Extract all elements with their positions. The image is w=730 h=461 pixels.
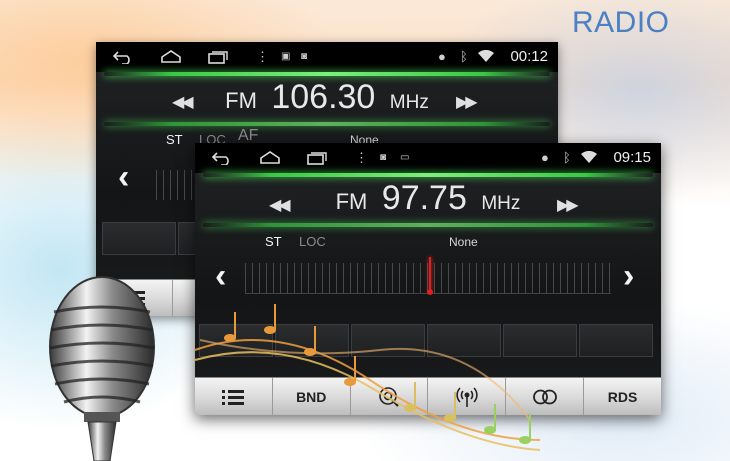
recent-apps-icon[interactable] — [207, 50, 229, 64]
location-icon: ● — [541, 150, 549, 165]
search-scan-icon — [379, 386, 399, 407]
media-notification-icon: ▭ — [400, 152, 410, 163]
menu-dots-icon[interactable]: ⋮ — [355, 151, 368, 165]
local-flag: LOC — [299, 234, 326, 249]
broadcast-icon — [456, 386, 478, 407]
stereo-flag: ST — [265, 234, 282, 249]
green-accent-bar-lower — [203, 223, 653, 227]
rds-button-label: RDS — [607, 388, 638, 405]
tune-left-button[interactable]: ‹ — [215, 259, 226, 293]
frequency-value: 106.30 — [271, 78, 376, 116]
tuner-scale — [156, 170, 196, 200]
microphone-illustration — [49, 276, 155, 461]
stereo-flag: ST — [166, 132, 183, 147]
status-bar: ⋮ ▣ ◙ ● ᛒ 00:12 — [96, 42, 558, 72]
wifi-icon — [581, 151, 597, 163]
frequency-value: 97.75 — [381, 179, 467, 217]
home-icon[interactable] — [259, 150, 281, 164]
green-accent-bar-lower — [104, 122, 550, 126]
tuning-needle[interactable] — [429, 257, 431, 291]
back-nav-icon[interactable] — [211, 151, 233, 165]
home-icon[interactable] — [160, 49, 182, 63]
camera-notification-icon: ◙ — [380, 152, 387, 163]
status-bar: ⋮ ◙ ▭ ● ᛒ 09:15 — [195, 143, 661, 173]
camera-notification-icon: ◙ — [301, 51, 308, 62]
tune-right-button[interactable]: › — [623, 259, 634, 293]
preset-row — [199, 324, 653, 357]
band-label: FM — [225, 88, 257, 113]
tune-left-button[interactable]: ‹ — [118, 160, 129, 194]
menu-dots-icon[interactable]: ⋮ — [256, 50, 269, 64]
recent-apps-icon[interactable] — [306, 151, 328, 165]
preset-slot-1[interactable] — [199, 324, 273, 357]
band-label: FM — [335, 189, 368, 214]
rds-button[interactable]: RDS — [584, 378, 661, 415]
list-icon — [222, 389, 245, 405]
preset-slot-5[interactable] — [503, 324, 577, 357]
bluetooth-icon: ᛒ — [460, 49, 468, 64]
frequency-display: FM 106.30 MHz — [96, 78, 558, 117]
image-notification-icon: ▣ — [281, 51, 291, 62]
stereo-button[interactable] — [506, 378, 585, 415]
broadcast-button[interactable] — [428, 378, 507, 415]
preset-row — [102, 222, 198, 255]
band-button[interactable]: BND — [273, 378, 351, 415]
bottom-toolbar: BND RDS — [195, 377, 661, 415]
bluetooth-icon: ᛒ — [563, 150, 571, 165]
clock: 00:12 — [510, 48, 548, 65]
radio-panel: ◀◀ FM 97.75 MHz ▶▶ ST LOC None ‹ › BND R… — [195, 173, 661, 415]
tuning-needle-knob — [427, 289, 433, 295]
frequency-unit: MHz — [389, 92, 429, 113]
list-button[interactable] — [195, 378, 273, 415]
back-nav-icon[interactable] — [112, 50, 134, 64]
wifi-icon — [478, 50, 494, 62]
scan-button[interactable] — [351, 378, 429, 415]
preset-slot-2[interactable] — [275, 324, 349, 357]
rds-text: None — [449, 235, 478, 249]
green-accent-bar — [104, 72, 550, 76]
preset-slot-3[interactable] — [351, 324, 425, 357]
frequency-display: FM 97.75 MHz — [195, 179, 661, 218]
banner-title: RADIO — [572, 6, 670, 39]
band-button-label: BND — [296, 388, 327, 405]
preset-slot-6[interactable] — [579, 324, 653, 357]
clock: 09:15 — [613, 149, 651, 166]
seek-forward-button[interactable]: ▶▶ — [557, 195, 579, 215]
preset-slot[interactable] — [102, 222, 176, 255]
front-radio-screen: ⋮ ◙ ▭ ● ᛒ 09:15 ◀◀ FM 97.75 MHz ▶▶ ST LO… — [195, 143, 661, 415]
preset-slot-4[interactable] — [427, 324, 501, 357]
stereo-icon — [532, 389, 557, 404]
green-accent-bar — [203, 173, 653, 177]
seek-forward-button[interactable]: ▶▶ — [456, 92, 478, 112]
location-icon: ● — [438, 49, 446, 64]
frequency-unit: MHz — [481, 193, 521, 214]
